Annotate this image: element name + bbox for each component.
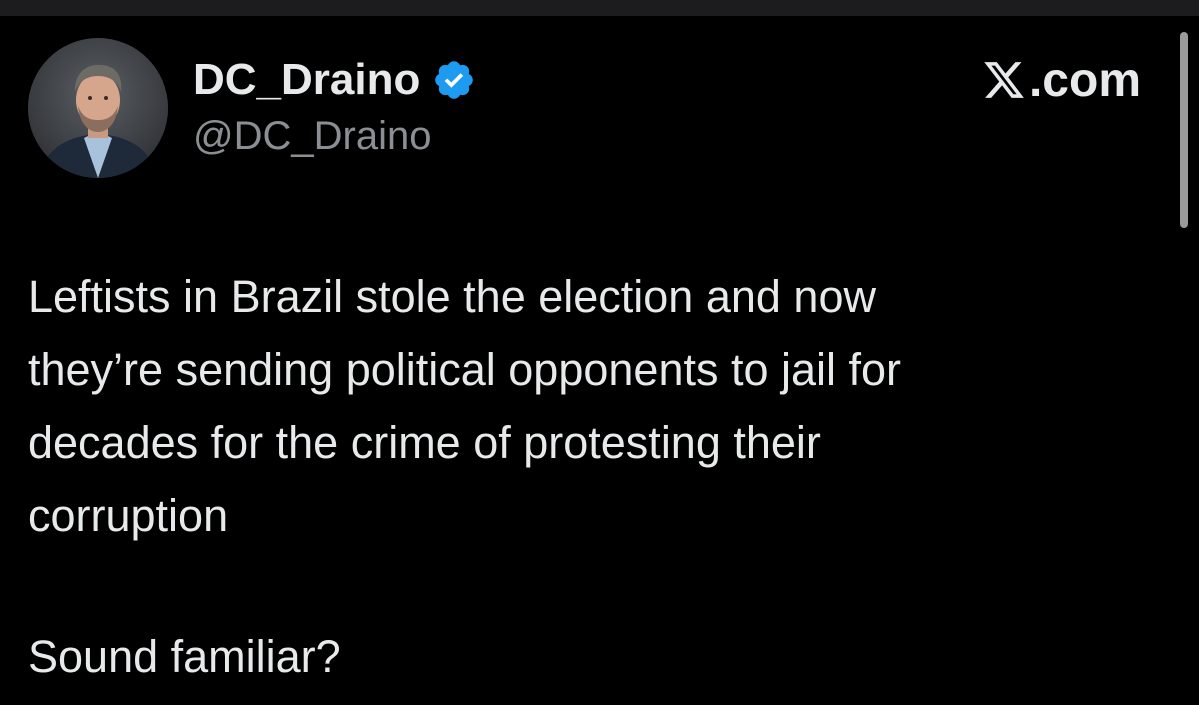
post-text: Leftists in Brazil stole the election an… xyxy=(28,260,1148,552)
top-bar xyxy=(0,0,1199,16)
display-name[interactable]: DC_Draino xyxy=(193,55,420,105)
post-followup-text: Sound familiar? xyxy=(28,631,341,682)
post-text-line: corruption xyxy=(28,490,229,541)
post-text-line: Leftists in Brazil stole the election an… xyxy=(28,271,876,322)
post-text-line: they’re sending political opponents to j… xyxy=(28,344,902,395)
author-handle[interactable]: @DC_Draino xyxy=(193,114,431,159)
author-name-row[interactable]: DC_Draino xyxy=(193,52,476,108)
avatar[interactable] xyxy=(28,38,168,178)
brand-text: .com xyxy=(1028,53,1141,107)
avatar-image xyxy=(28,38,168,178)
scrollbar-thumb[interactable] xyxy=(1180,32,1188,228)
post-text-line: decades for the crime of protesting thei… xyxy=(28,417,821,468)
brand-watermark: .com xyxy=(981,52,1141,108)
x-logo-icon xyxy=(984,62,1024,98)
verified-badge-icon xyxy=(435,61,474,99)
